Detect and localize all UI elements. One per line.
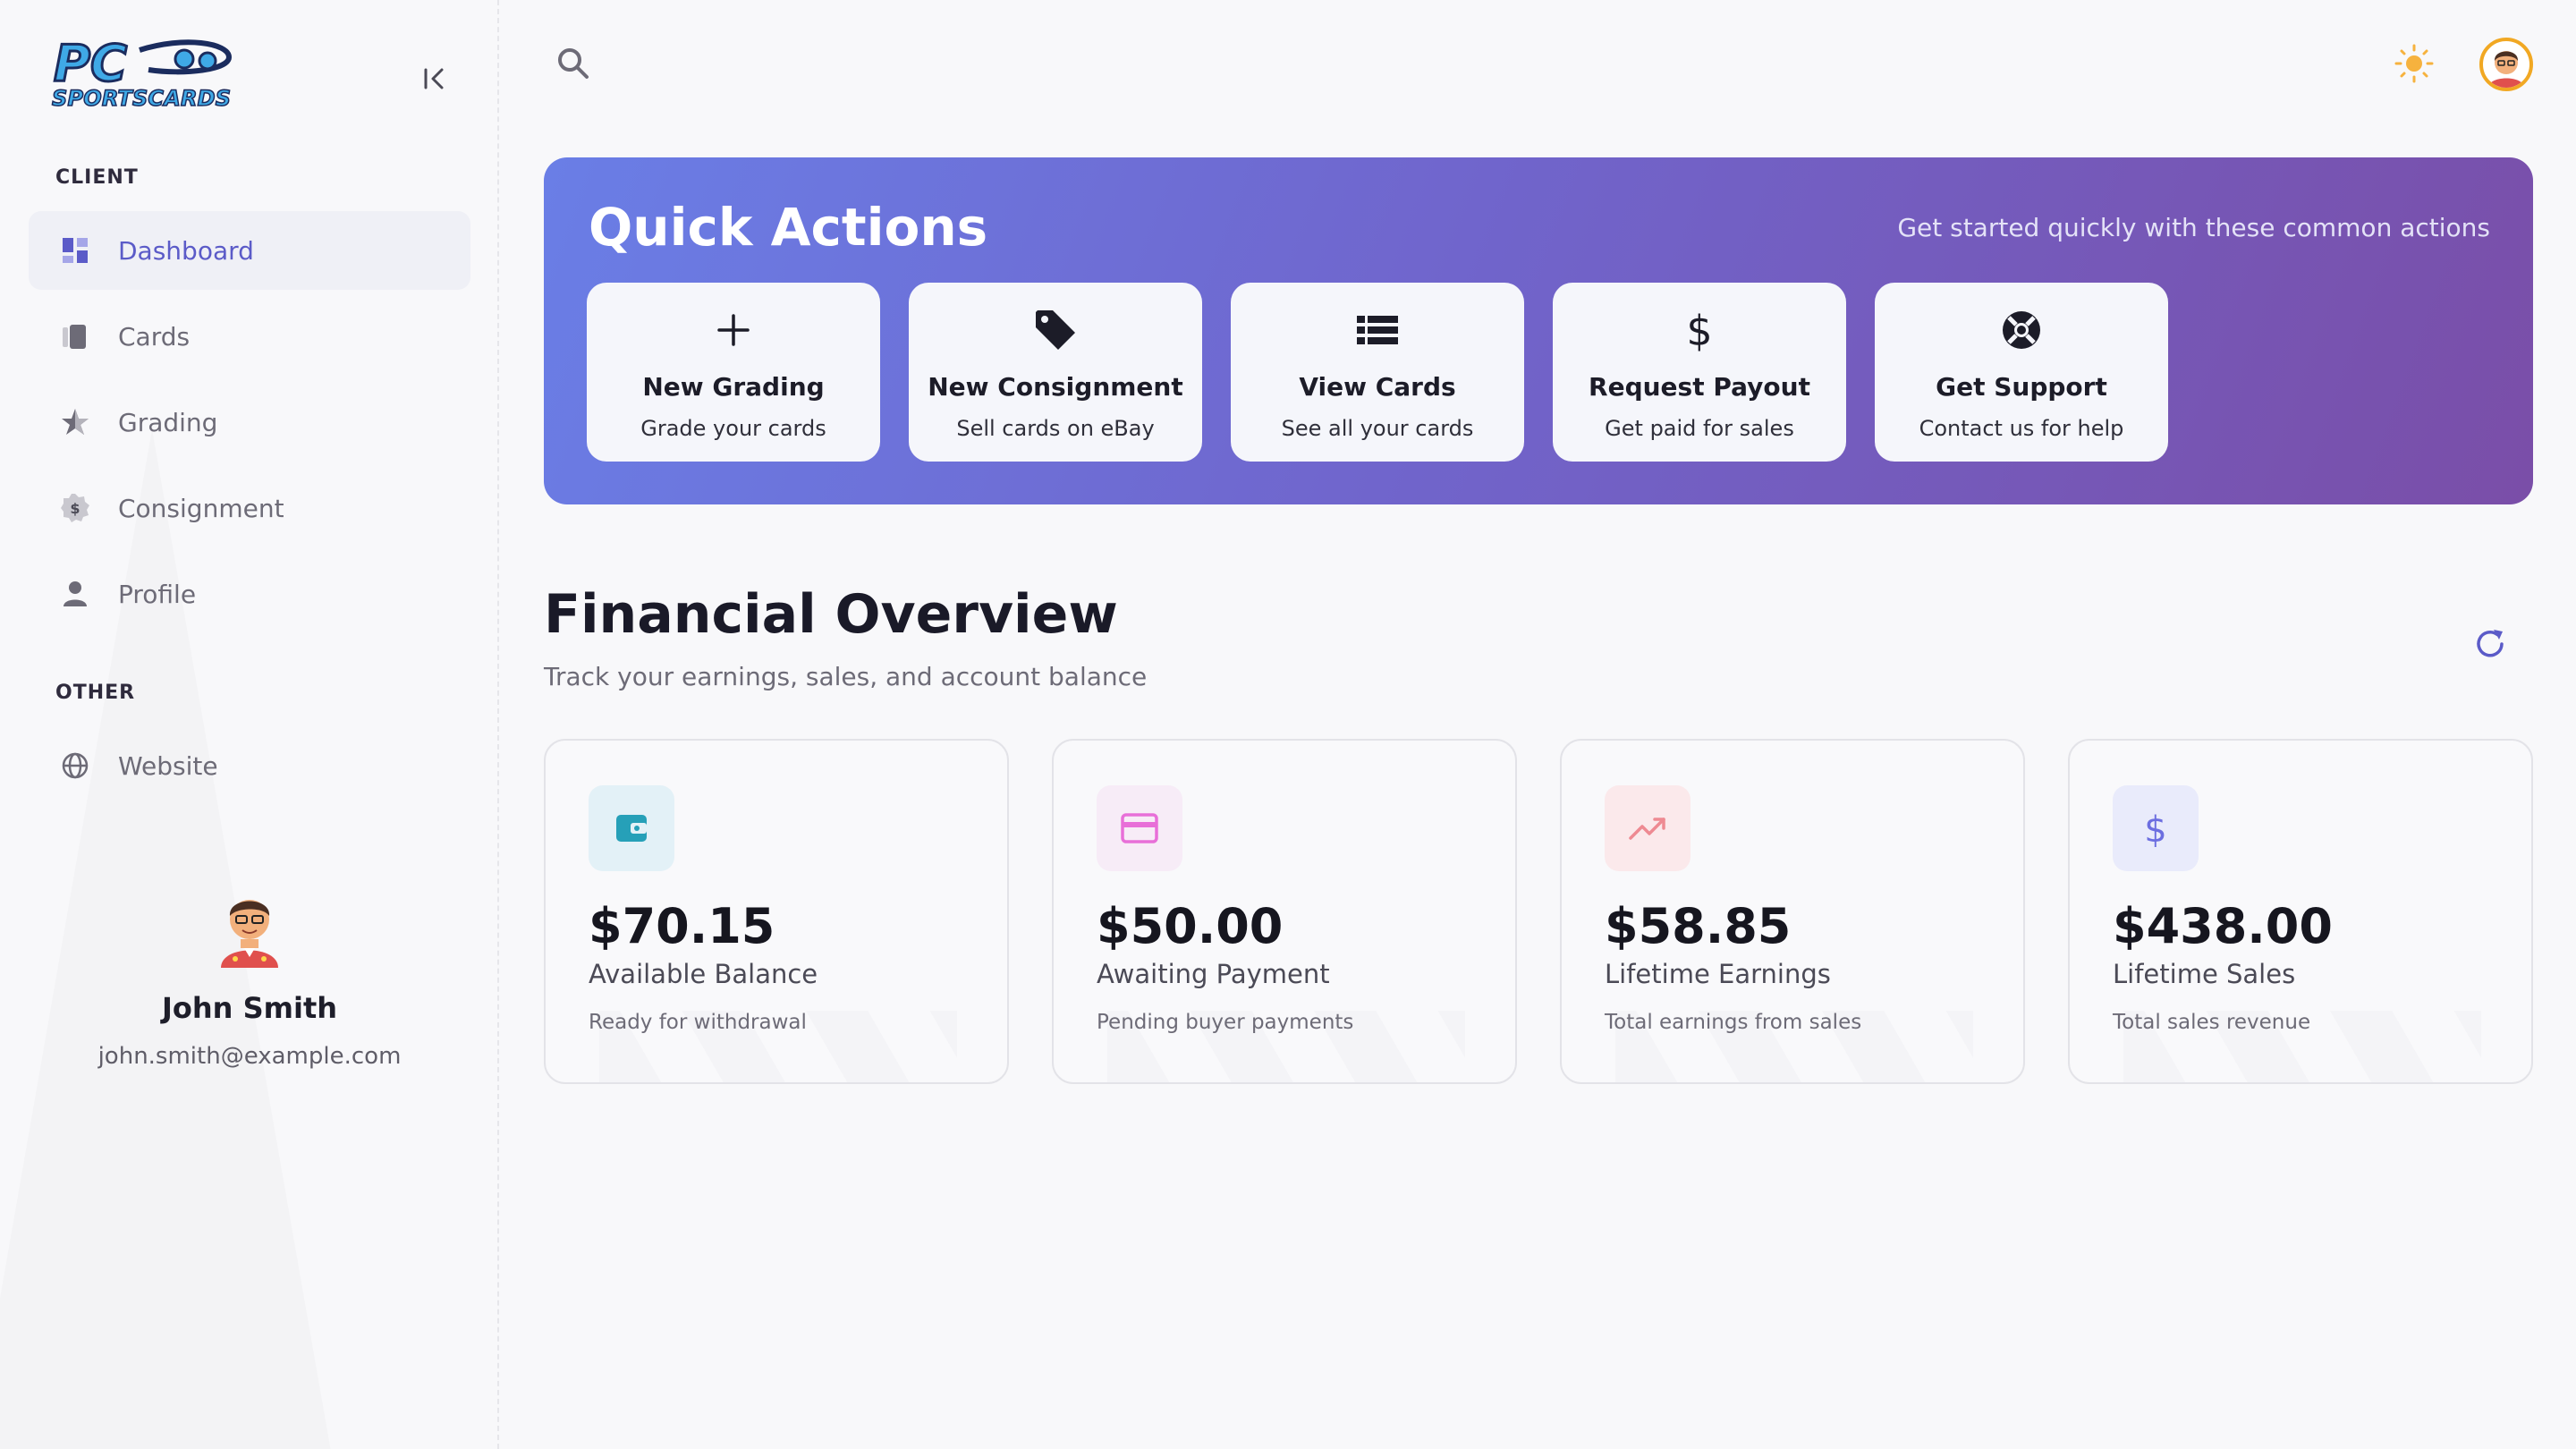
user-email: john.smith@example.com (97, 1043, 402, 1070)
sidebar-item-dashboard[interactable]: Dashboard (29, 211, 470, 290)
sidebar-item-label: Consignment (118, 493, 284, 523)
get-support-button[interactable]: Get Support Contact us for help (1875, 283, 2168, 462)
quick-actions-subtitle: Get started quickly with these common ac… (1897, 213, 2490, 242)
new-consignment-button[interactable]: New Consignment Sell cards on eBay (909, 283, 1202, 462)
stat-label: Awaiting Payment (1097, 959, 1330, 989)
financial-overview-subtitle: Track your earnings, sales, and account … (544, 662, 1148, 691)
stat-card-lifetime-earnings: $58.85 Lifetime Earnings Total earnings … (1560, 739, 2025, 1084)
user-icon (59, 578, 91, 610)
lifebuoy-icon (1875, 308, 2168, 352)
stat-card-available-balance: $70.15 Available Balance Ready for withd… (544, 739, 1009, 1084)
action-title: Request Payout (1589, 372, 1810, 402)
brand-logo[interactable]: PC SPORTSCARDS (50, 34, 234, 112)
stat-description: Pending buyer payments (1097, 1011, 1354, 1034)
stat-value: $58.85 (1605, 898, 1792, 954)
dollar-icon: $ (2113, 785, 2199, 871)
action-title: View Cards (1299, 372, 1456, 402)
cards-icon (59, 320, 91, 352)
stat-label: Lifetime Sales (2113, 959, 2296, 989)
stat-description: Total earnings from sales (1605, 1011, 1862, 1034)
stat-value: $70.15 (589, 898, 775, 954)
user-profile-card: John Smith john.smith@example.com (0, 886, 497, 1070)
sun-icon[interactable] (2394, 43, 2435, 84)
stat-card-lifetime-sales: $ $438.00 Lifetime Sales Total sales rev… (2068, 739, 2533, 1084)
trending-up-icon (1605, 785, 1690, 871)
request-payout-button[interactable]: $ Request Payout Get paid for sales (1553, 283, 1846, 462)
credit-card-icon (1097, 785, 1182, 871)
stat-value: $438.00 (2113, 898, 2333, 954)
logo-text-bottom: SPORTSCARDS (52, 86, 231, 109)
view-cards-button[interactable]: View Cards See all your cards (1231, 283, 1524, 462)
sidebar-item-website[interactable]: Website (29, 726, 470, 805)
list-icon (1231, 308, 1524, 352)
action-subtitle: Grade your cards (640, 416, 826, 441)
search-icon[interactable] (555, 45, 592, 82)
logo-text-top: PC (54, 35, 127, 93)
avatar[interactable] (2479, 38, 2533, 91)
section-label-client: CLIENT (55, 166, 139, 189)
section-label-other: OTHER (55, 682, 136, 704)
sidebar-item-consignment[interactable]: $ Consignment (29, 469, 470, 547)
sidebar-item-label: Cards (118, 321, 191, 352)
collapse-sidebar-button[interactable] (419, 63, 451, 95)
globe-icon (59, 750, 91, 782)
refresh-icon[interactable] (2472, 626, 2508, 662)
stat-value: $50.00 (1097, 898, 1284, 954)
user-name: John Smith (161, 991, 338, 1025)
star-icon (59, 406, 91, 438)
stat-label: Available Balance (589, 959, 818, 989)
dollar-badge-icon: $ (59, 492, 91, 524)
stat-description: Total sales revenue (2113, 1011, 2311, 1034)
sidebar-item-grading[interactable]: Grading (29, 383, 470, 462)
quick-actions-title: Quick Actions (589, 197, 988, 258)
dollar-icon: $ (1553, 308, 1846, 352)
stat-label: Lifetime Earnings (1605, 959, 1831, 989)
financial-overview-title: Financial Overview (544, 583, 1118, 646)
stat-card-awaiting-payment: $50.00 Awaiting Payment Pending buyer pa… (1052, 739, 1517, 1084)
action-subtitle: Contact us for help (1919, 416, 2124, 441)
action-subtitle: Sell cards on eBay (956, 416, 1155, 441)
svg-text:$: $ (1686, 308, 1712, 352)
sidebar-item-label: Grading (118, 407, 218, 437)
sidebar-item-profile[interactable]: Profile (29, 555, 470, 633)
quick-actions-panel: Quick Actions Get started quickly with t… (544, 157, 2533, 504)
dashboard-icon (59, 234, 91, 267)
tag-icon (909, 308, 1202, 352)
plus-icon (587, 308, 880, 352)
sidebar-item-label: Dashboard (118, 235, 254, 266)
sidebar-item-cards[interactable]: Cards (29, 297, 470, 376)
svg-text:$: $ (2144, 809, 2166, 849)
action-title: New Consignment (928, 372, 1183, 402)
action-title: New Grading (642, 372, 825, 402)
sidebar-item-label: Profile (118, 579, 197, 609)
sidebar-item-label: Website (118, 750, 218, 781)
collapse-left-icon (424, 68, 444, 89)
stat-description: Ready for withdrawal (589, 1011, 807, 1034)
action-title: Get Support (1936, 372, 2107, 402)
wallet-icon (589, 785, 674, 871)
sidebar: PC SPORTSCARDS CLIENT Dashboard Cards Gr… (0, 0, 499, 1449)
svg-text:$: $ (70, 500, 80, 517)
user-avatar-illustration (214, 886, 285, 968)
new-grading-button[interactable]: New Grading Grade your cards (587, 283, 880, 462)
action-subtitle: See all your cards (1281, 416, 1474, 441)
action-subtitle: Get paid for sales (1605, 416, 1794, 441)
